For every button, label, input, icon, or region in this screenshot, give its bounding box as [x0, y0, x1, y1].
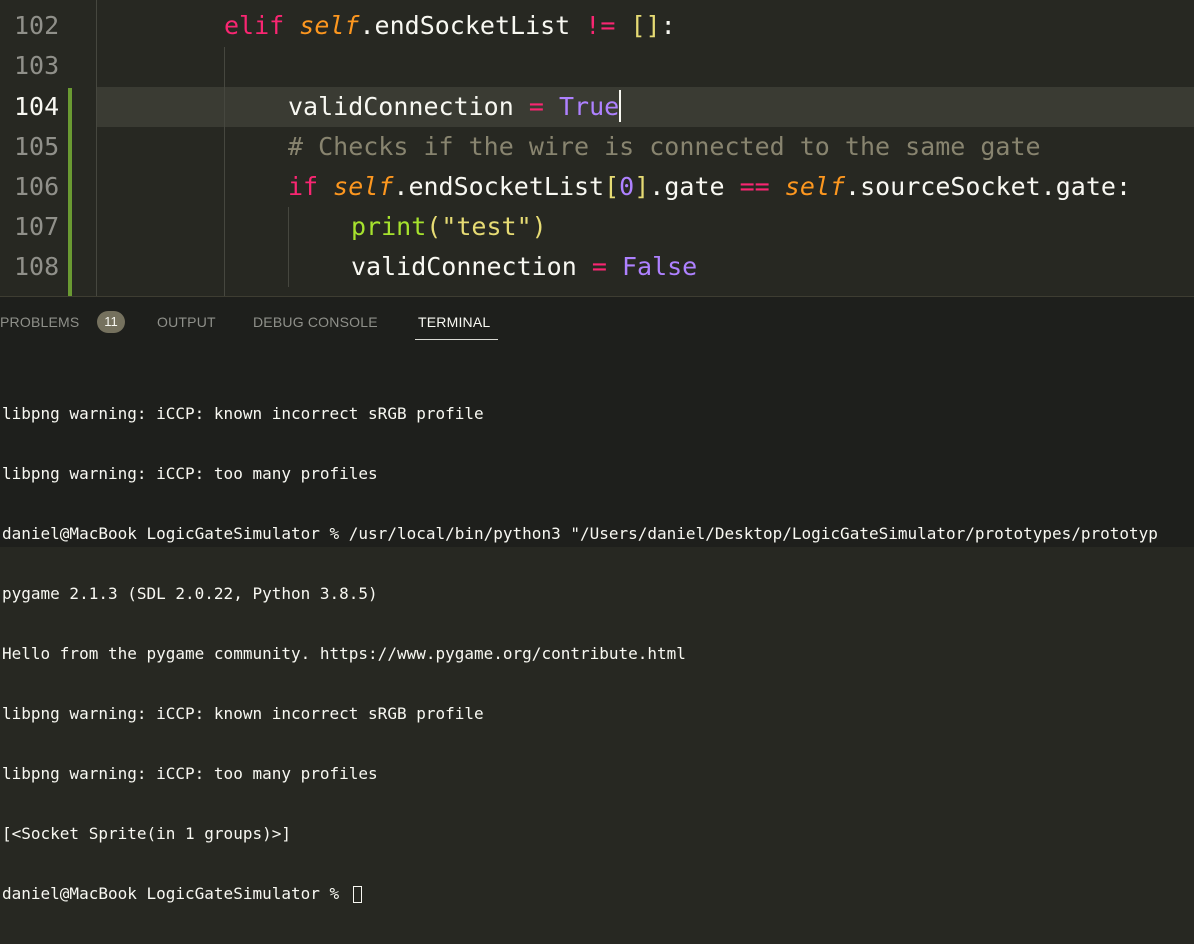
terminal-line: libpng warning: iCCP: too many profiles [2, 464, 378, 483]
tab-terminal[interactable]: TERMINAL [418, 314, 490, 330]
active-tab-indicator [415, 339, 498, 340]
line-number: 102 [14, 11, 60, 40]
code-line-105[interactable]: # Checks if the wire is connected to the… [288, 127, 1041, 167]
indent-guide [288, 207, 289, 287]
text-cursor [619, 90, 622, 122]
function: print [351, 212, 427, 241]
tab-problems[interactable]: PROBLEMS [0, 314, 79, 330]
code-line-107[interactable]: print("test") [351, 207, 547, 247]
variable: validConnection [288, 92, 514, 121]
attribute: .endSocketList [393, 172, 605, 201]
attribute: .gate [649, 172, 725, 201]
colon: : [660, 11, 676, 40]
bracket: ( [426, 212, 442, 241]
self-token: self [784, 172, 846, 201]
tab-debug-console[interactable]: DEBUG CONSOLE [253, 314, 378, 330]
code-line-108[interactable]: validConnection = False [351, 247, 697, 287]
terminal-cursor [352, 886, 362, 903]
constant: True [558, 92, 620, 121]
operator: == [739, 172, 770, 201]
bracket: ) [531, 212, 547, 241]
current-line-highlight [96, 87, 1194, 127]
bracket: ] [634, 172, 650, 201]
terminal-line: daniel@MacBook LogicGateSimulator % /usr… [2, 524, 1158, 543]
terminal-output[interactable]: libpng warning: iCCP: known incorrect sR… [2, 364, 1194, 944]
keyword: if [288, 172, 319, 201]
constant: False [621, 252, 698, 281]
terminal-line: libpng warning: iCCP: known incorrect sR… [2, 704, 484, 723]
variable: validConnection [351, 252, 577, 281]
git-modified-indicator [68, 88, 72, 296]
number: 0 [619, 172, 635, 201]
terminal-line: Hello from the pygame community. https:/… [2, 644, 686, 663]
terminal-prompt-line[interactable]: daniel@MacBook LogicGateSimulator % [2, 884, 1194, 904]
operator: != [585, 11, 616, 40]
bracket: [] [630, 11, 661, 40]
line-number-active: 104 [14, 92, 60, 121]
self-token: self [333, 172, 394, 201]
indent-guide [96, 0, 97, 296]
bracket: [ [604, 172, 620, 201]
attribute: .sourceSocket.gate: [845, 172, 1131, 201]
operator: = [528, 92, 544, 121]
code-line-102[interactable]: elif self.endSocketList != []: [224, 6, 676, 46]
operator: = [591, 252, 607, 281]
problems-count-badge: 11 [97, 311, 125, 333]
line-number: 105 [14, 132, 60, 161]
line-number: 106 [14, 172, 60, 201]
self-token: self [299, 11, 360, 40]
terminal-prompt: daniel@MacBook LogicGateSimulator % [2, 884, 349, 903]
code-line-104[interactable]: validConnection = True [288, 87, 622, 127]
string: "test" [441, 212, 532, 241]
terminal-line: libpng warning: iCCP: too many profiles [2, 764, 378, 783]
terminal-line: pygame 2.1.3 (SDL 2.0.22, Python 3.8.5) [2, 584, 378, 603]
line-number: 103 [14, 51, 60, 80]
keyword: elif [224, 11, 285, 40]
bottom-panel: PROBLEMS 11 OUTPUT DEBUG CONSOLE TERMINA… [0, 296, 1194, 903]
code-line-106[interactable]: if self.endSocketList[0].gate == self.so… [288, 167, 1131, 207]
terminal-line: libpng warning: iCCP: known incorrect sR… [2, 404, 484, 423]
line-number: 108 [14, 252, 60, 281]
attribute: .endSocketList [359, 11, 571, 40]
tab-output[interactable]: OUTPUT [157, 314, 216, 330]
panel-tabs: PROBLEMS 11 OUTPUT DEBUG CONSOLE TERMINA… [0, 297, 1194, 347]
code-editor[interactable]: 102 103 104 105 106 107 108 elif self.en… [0, 0, 1194, 296]
line-number: 107 [14, 212, 60, 241]
terminal-line: [<Socket Sprite(in 1 groups)>] [2, 824, 291, 843]
indent-guide [224, 47, 225, 296]
